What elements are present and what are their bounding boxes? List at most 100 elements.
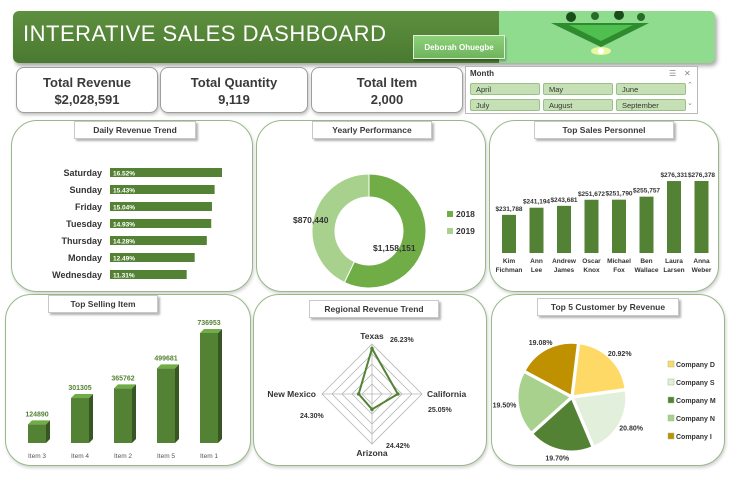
day-label: Sunday <box>69 185 102 195</box>
panel-top-customers: Top 5 Customer by Revenue 20.92% 20.80% 19… <box>491 294 725 466</box>
personnel-value-label: $231,788 <box>495 206 522 213</box>
radar-point <box>396 392 400 396</box>
item-value-label: 499681 <box>154 355 177 362</box>
day-value-label: 16.52% <box>113 171 135 178</box>
slicer-item-april[interactable]: April <box>470 83 540 95</box>
item-category-label: Item 3 <box>28 453 46 460</box>
pie-value-label: 20.80% <box>619 426 644 433</box>
region-value-label: 25.05% <box>428 407 453 414</box>
user-name-button[interactable]: Deborah Ohuegbe <box>413 35 505 59</box>
personnel-name-label: Weber <box>692 267 712 274</box>
personnel-value-label: $255,757 <box>633 188 660 195</box>
dashboard-header: INTERATIVE SALES DASHBOARD Deborah Ohueg… <box>13 11 715 63</box>
pie-value-label: 19.50% <box>493 402 518 409</box>
day-label: Friday <box>75 202 102 212</box>
month-slicer[interactable]: Month ☰ ✕ April May June July August Sep… <box>465 66 698 114</box>
item-value-label: 301305 <box>68 385 91 392</box>
personnel-name-label: Oscar <box>582 258 601 265</box>
personnel-value-label: $276,331 <box>660 172 687 179</box>
personnel-bar <box>584 199 599 253</box>
personnel-bar <box>667 181 681 253</box>
panel-regional-revenue: Regional Revenue Trend Texas California Ar… <box>253 294 487 466</box>
day-label: Tuesday <box>66 219 102 229</box>
legend-label: Company N <box>676 416 715 423</box>
top-sales-personnel-chart: $231,788 Kim Fichman $241,194 Ann Lee $243,681… <box>495 172 715 274</box>
legend-swatch <box>667 378 675 386</box>
personnel-bar <box>557 205 571 253</box>
legend-swatch <box>667 432 675 440</box>
kpi-total-item: Total Item 2,000 <box>311 67 463 113</box>
dashboard-title: INTERATIVE SALES DASHBOARD <box>23 21 387 46</box>
region-value-label: 26.23% <box>390 337 415 344</box>
slicer-item-july[interactable]: July <box>470 99 540 111</box>
slicer-item-june[interactable]: June <box>616 83 686 95</box>
yearly-performance-chart: $1,158,151 $870,440 2018 2019 <box>293 173 475 289</box>
slicer-item-august[interactable]: August <box>543 99 613 111</box>
personnel-name-label: Wallace <box>635 267 659 274</box>
personnel-name-label: Fox <box>613 267 625 274</box>
day-label: Monday <box>68 253 102 263</box>
personnel-name-label: Anna <box>693 258 710 265</box>
radar-point <box>370 346 374 351</box>
legend-swatch <box>667 360 675 368</box>
panel-top-sales-personnel: Top Sales Personnel $231,788 Kim Fichman $2… <box>489 120 719 292</box>
kpi-total-quantity: Total Quantity 9,119 <box>160 67 308 113</box>
day-value-label: 12.49% <box>113 256 135 263</box>
clear-filter-icon[interactable]: ✕ <box>684 69 691 78</box>
item-category-label: Item 1 <box>200 453 218 460</box>
slicer-item-september[interactable]: September <box>616 99 686 111</box>
personnel-name-label: Laura <box>665 258 683 265</box>
personnel-value-label: $241,194 <box>523 199 550 206</box>
legend-label: Company S <box>676 380 715 387</box>
kpi-value: $2,028,591 <box>54 92 120 107</box>
radar-point <box>370 407 374 412</box>
multi-select-icon[interactable]: ☰ <box>669 69 676 78</box>
panel-top-selling-item: Top Selling Item 124890 Item 3 301305 Item … <box>5 294 251 466</box>
item-category-label: Item 5 <box>157 453 175 460</box>
legend-label: 2018 <box>456 209 475 219</box>
scroll-down-icon[interactable]: ⌄ <box>687 99 693 107</box>
header-illustration <box>499 11 715 63</box>
item-column <box>157 368 175 443</box>
slicer-item-may[interactable]: May <box>543 83 613 95</box>
item-column <box>28 424 46 443</box>
scroll-up-icon[interactable]: ⌃ <box>687 81 693 89</box>
region-value-label: 24.30% <box>300 413 325 420</box>
personnel-name-label: Lee <box>531 267 543 274</box>
slicer-title: Month <box>470 69 494 78</box>
personnel-value-label: $243,681 <box>550 197 577 204</box>
item-category-label: Item 2 <box>114 453 132 460</box>
personnel-value-label: $276,378 <box>688 172 715 179</box>
kpi-label: Total Item <box>356 75 418 90</box>
personnel-name-label: Knox <box>583 267 600 274</box>
pie-value-label: 19.08% <box>529 340 554 347</box>
legend-label: Company M <box>676 398 716 405</box>
personnel-bar <box>639 196 654 253</box>
region-label: California <box>427 389 466 399</box>
legend-label: Company I <box>676 434 712 441</box>
item-column-side <box>89 394 93 443</box>
donut-value-label: $870,440 <box>293 215 329 225</box>
kpi-value: 2,000 <box>370 92 404 107</box>
day-value-label: 15.43% <box>113 188 135 195</box>
donut-value-label: $1,158,151 <box>373 243 416 253</box>
personnel-value-label: $251,790 <box>605 191 632 198</box>
personnel-name-label: Michael <box>607 258 631 265</box>
personnel-value-label: $251,672 <box>578 191 605 198</box>
item-column <box>114 388 132 443</box>
panel-yearly-performance: Yearly Performance $1,158,151 $870,440 201… <box>256 120 486 292</box>
day-value-label: 15.04% <box>113 205 135 212</box>
panel-daily-revenue: Daily Revenue Trend Saturday 16.52% Sunday… <box>11 120 253 292</box>
region-label: Arizona <box>356 448 387 458</box>
item-column <box>200 333 218 443</box>
region-value-label: 24.42% <box>386 443 411 450</box>
region-label: New Mexico <box>267 389 316 399</box>
personnel-name-label: James <box>554 267 575 274</box>
personnel-bar <box>529 207 544 253</box>
personnel-name-label: Larsen <box>663 267 684 274</box>
item-column-side <box>132 384 136 443</box>
item-column <box>71 398 89 443</box>
day-value-label: 14.93% <box>113 222 135 229</box>
legend-label: Company D <box>676 362 715 369</box>
day-label: Thursday <box>61 236 102 246</box>
